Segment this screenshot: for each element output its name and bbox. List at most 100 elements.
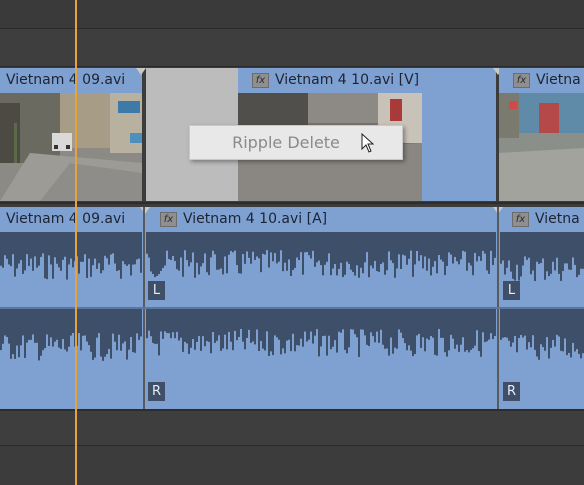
waveform-bar xyxy=(384,309,386,349)
waveform-bar xyxy=(196,309,198,343)
waveform-bar xyxy=(298,232,300,261)
waveform-bar xyxy=(148,309,150,331)
waveform-bar xyxy=(560,309,562,351)
waveform-bar xyxy=(4,232,6,256)
waveform-bar xyxy=(356,309,358,338)
waveform-bar xyxy=(82,309,84,336)
waveform-bar xyxy=(182,309,184,352)
channel-divider xyxy=(0,307,584,309)
waveform-bar xyxy=(494,232,496,258)
waveform-bar xyxy=(430,309,432,336)
waveform-bar xyxy=(18,309,20,358)
waveform-bar xyxy=(378,309,380,343)
waveform-bar xyxy=(522,232,524,266)
channel-right-label: R xyxy=(503,382,520,401)
waveform-bar xyxy=(550,309,552,348)
waveform-bar xyxy=(54,232,56,258)
waveform-bar xyxy=(192,232,194,253)
waveform-bar xyxy=(94,309,96,358)
waveform-bar xyxy=(266,309,268,332)
waveform-bar xyxy=(332,232,334,269)
waveform-bar xyxy=(340,309,342,333)
waveform-bar xyxy=(450,232,452,255)
waveform-bar xyxy=(102,309,104,361)
waveform-bar xyxy=(248,309,250,330)
waveform-bar xyxy=(434,309,436,355)
video-clip-2-label: Vietnam 4 10.avi [V] xyxy=(275,72,420,88)
waveform-bar xyxy=(284,232,286,263)
waveform-bar xyxy=(388,309,390,356)
waveform-bar xyxy=(60,232,62,271)
waveform-bar xyxy=(190,309,192,348)
waveform-bar xyxy=(432,309,434,338)
waveform-bar xyxy=(244,309,246,350)
waveform-bar xyxy=(250,309,252,343)
waveform-bar xyxy=(80,309,82,351)
waveform-bar xyxy=(462,309,464,338)
waveform-bar xyxy=(508,309,510,341)
waveform-bar xyxy=(2,232,4,268)
waveform-bar xyxy=(528,309,530,343)
waveform-bar xyxy=(296,309,298,346)
waveform-bar xyxy=(42,232,44,254)
waveform-bar xyxy=(480,232,482,261)
waveform-bar xyxy=(234,232,236,251)
waveform-bar xyxy=(418,232,420,261)
waveform-bar xyxy=(202,232,204,264)
waveform-bar xyxy=(212,232,214,251)
waveform-bar xyxy=(208,232,210,276)
channel-left-label: L xyxy=(148,281,165,300)
playhead-line[interactable] xyxy=(75,0,77,485)
waveform-bar xyxy=(118,232,120,271)
waveform-bar xyxy=(38,309,40,361)
video-clip-3-thumbnail[interactable] xyxy=(499,93,584,201)
video-clip-1-label: Vietnam 4 09.avi xyxy=(6,72,126,88)
waveform-bar xyxy=(436,309,438,356)
waveform-bar xyxy=(380,309,382,330)
waveform-bar xyxy=(114,309,116,342)
waveform-bar xyxy=(566,309,568,356)
waveform-bar xyxy=(420,309,422,348)
waveform-bar xyxy=(206,309,208,342)
waveform-bar xyxy=(10,309,12,359)
waveform-bar xyxy=(362,232,364,274)
waveform-bar xyxy=(92,309,94,360)
timeline-panel: { "video_track": { "clips": [ { "label":… xyxy=(0,0,584,485)
waveform-bar xyxy=(54,309,56,342)
waveform-bar xyxy=(18,232,20,264)
waveform-bar xyxy=(216,232,218,270)
waveform-bar xyxy=(276,232,278,264)
waveform-bar xyxy=(324,232,326,265)
waveform-bar xyxy=(462,232,464,251)
video-clip-1-thumbnail[interactable] xyxy=(0,93,142,201)
waveform-bar xyxy=(352,309,354,330)
waveform-bar xyxy=(88,309,90,346)
waveform-bar xyxy=(248,232,250,258)
waveform-bar xyxy=(120,309,122,351)
waveform-bar xyxy=(504,309,506,338)
waveform-bar xyxy=(398,309,400,330)
fx-badge-icon[interactable]: fx xyxy=(252,72,269,88)
waveform-bar xyxy=(414,309,416,355)
waveform-bar xyxy=(440,232,442,260)
waveform-bar xyxy=(548,232,550,277)
street-thumbnail-icon xyxy=(0,93,142,201)
waveform-bar xyxy=(546,232,548,272)
waveform-bar xyxy=(454,309,456,349)
video-clip-2-header[interactable]: fx Vietnam 4 10.avi [V] xyxy=(238,68,496,93)
waveform-bar xyxy=(268,232,270,268)
waveform-bar xyxy=(530,309,532,348)
video-clip-3-header[interactable]: fx Vietna xyxy=(499,68,584,93)
waveform-bar xyxy=(104,232,106,256)
waveform-bar xyxy=(456,309,458,345)
waveform-bar xyxy=(40,232,42,257)
video-clip-1-header[interactable]: Vietnam 4 09.avi xyxy=(0,68,142,93)
waveform-bar xyxy=(442,232,444,262)
waveform-bar xyxy=(242,309,244,342)
waveform-bar xyxy=(100,309,102,357)
waveform-bar xyxy=(134,232,136,265)
fx-badge-icon[interactable]: fx xyxy=(513,72,530,88)
waveform-bar xyxy=(86,309,88,342)
waveform-bar xyxy=(36,232,38,268)
empty-track-a3 xyxy=(0,446,584,485)
